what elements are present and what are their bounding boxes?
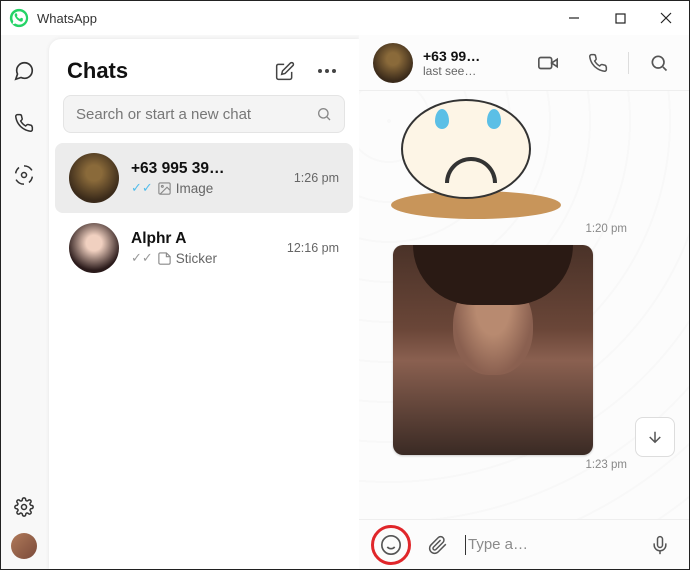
titlebar: WhatsApp (1, 1, 689, 35)
app-title: WhatsApp (37, 11, 97, 26)
avatar (69, 153, 119, 203)
sent-check-icon: ✓✓ (131, 250, 153, 266)
mic-button[interactable] (643, 528, 677, 562)
chat-name: Alphr A (131, 230, 275, 248)
chats-nav-icon[interactable] (12, 59, 36, 83)
conversation-header: +63 99… last see… (359, 35, 689, 91)
search-input[interactable]: Search or start a new chat (63, 95, 345, 133)
sticker-icon (157, 251, 172, 266)
compose-bar: Type a… (359, 519, 689, 569)
contact-avatar[interactable] (373, 43, 413, 83)
chat-preview: Sticker (176, 251, 217, 266)
search-icon (316, 106, 332, 122)
attach-button[interactable] (421, 528, 455, 562)
image-content (393, 245, 593, 455)
maximize-button[interactable] (597, 1, 643, 35)
input-placeholder: Type a… (468, 536, 528, 553)
messages-area[interactable]: 1:20 pm 1:23 pm (359, 91, 689, 519)
avatar (69, 223, 119, 273)
video-call-button[interactable] (528, 43, 568, 83)
message-time: 1:23 pm (371, 459, 677, 471)
emoji-button[interactable] (374, 528, 408, 562)
message-time: 1:20 pm (371, 223, 677, 235)
image-icon (157, 181, 172, 196)
whatsapp-logo-icon (9, 8, 29, 28)
more-button[interactable] (313, 57, 341, 85)
status-nav-icon[interactable] (12, 163, 36, 187)
chat-time: 1:26 pm (294, 171, 339, 185)
new-chat-button[interactable] (271, 57, 299, 85)
settings-nav-icon[interactable] (12, 495, 36, 519)
close-button[interactable] (643, 1, 689, 35)
chat-time: 12:16 pm (287, 241, 339, 255)
image-message[interactable] (393, 245, 593, 455)
panel-title: Chats (67, 58, 128, 84)
chat-name: +63 995 39… (131, 160, 282, 178)
chat-row[interactable]: +63 995 39… ✓✓ Image 1:26 pm (55, 143, 353, 213)
emoji-button-highlight (371, 525, 411, 565)
chat-list-panel: Chats Search or start a new chat +63 995… (49, 39, 359, 569)
chat-row[interactable]: Alphr A ✓✓ Sticker 12:16 pm (55, 213, 353, 283)
read-check-icon: ✓✓ (131, 180, 153, 196)
minimize-button[interactable] (551, 1, 597, 35)
contact-status: last see… (423, 64, 501, 78)
divider (628, 52, 629, 74)
conversation-panel: +63 99… last see… 1:20 pm 1:23 pm (359, 35, 689, 569)
my-avatar[interactable] (11, 533, 37, 559)
nav-rail (1, 35, 47, 569)
chat-preview: Image (176, 181, 214, 196)
scroll-to-bottom-button[interactable] (635, 417, 675, 457)
message-input[interactable]: Type a… (465, 535, 633, 555)
search-placeholder: Search or start a new chat (76, 106, 316, 123)
voice-call-button[interactable] (578, 43, 618, 83)
calls-nav-icon[interactable] (12, 111, 36, 135)
contact-name: +63 99… (423, 48, 501, 64)
crying-sticker-icon (391, 99, 561, 219)
sticker-message[interactable] (371, 99, 677, 219)
text-cursor (465, 535, 466, 555)
search-in-chat-button[interactable] (639, 43, 679, 83)
